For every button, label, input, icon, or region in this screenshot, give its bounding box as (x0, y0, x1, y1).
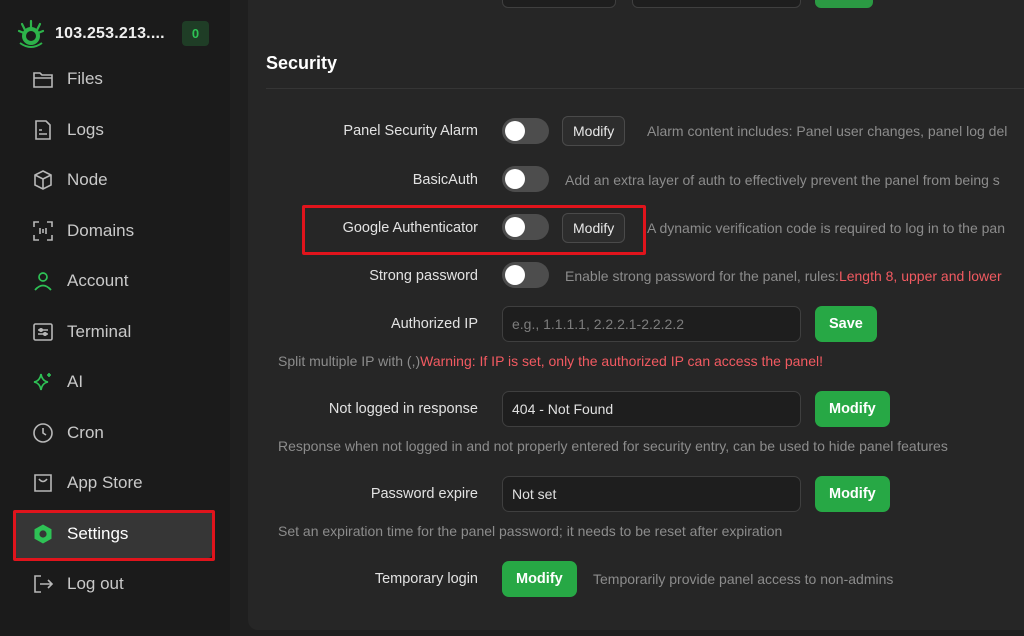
panel-security-alarm-label: Panel Security Alarm (343, 123, 478, 139)
panel-security-alarm-desc: Alarm content includes: Panel user chang… (647, 123, 1008, 139)
sidebar-item-label: Logs (67, 120, 104, 139)
previous-input-stub[interactable] (632, 0, 801, 8)
clock-icon (32, 422, 54, 444)
basic-auth-label: BasicAuth (412, 172, 478, 188)
google-authenticator-modify-button[interactable]: Modify (562, 213, 626, 243)
log-file-icon (32, 119, 54, 141)
sidebar-item-cron[interactable]: Cron (14, 409, 212, 457)
sidebar-item-label: Node (67, 170, 108, 189)
sidebar-item-account[interactable]: Account (14, 257, 212, 305)
strong-password-desc-text: Enable strong password for the panel, ru… (565, 268, 839, 284)
sidebar-item-app-store[interactable]: App Store (14, 459, 212, 507)
logout-icon (32, 573, 54, 595)
temporary-login-desc: Temporarily provide panel access to non-… (593, 571, 894, 587)
brand: 103.253.213.... 0 (16, 18, 209, 50)
section-divider (266, 88, 1024, 89)
sidebar: 103.253.213.... 0 Files Logs Node Domain… (0, 0, 230, 636)
panel-security-alarm-modify-button[interactable]: Modify (562, 116, 626, 146)
terminal-icon (32, 321, 54, 343)
sidebar-item-label: AI (67, 372, 84, 391)
sidebar-item-label: Settings (67, 524, 129, 543)
sidebar-item-label: Log out (67, 574, 124, 593)
sidebar-item-logout[interactable]: Log out (14, 560, 212, 608)
basic-auth-toggle[interactable] (502, 166, 549, 192)
temporary-login-label: Temporary login (374, 571, 478, 587)
sidebar-item-logs[interactable]: Logs (14, 106, 212, 154)
not-logged-in-response-modify-button[interactable]: Modify (815, 391, 890, 427)
strong-password-label: Strong password (369, 268, 478, 284)
password-expire-field[interactable] (502, 476, 801, 512)
settings-hex-icon (32, 523, 54, 545)
not-logged-in-response-field[interactable] (502, 391, 801, 427)
authorized-ip-input[interactable] (502, 306, 801, 342)
authorized-ip-hint-text: Split multiple IP with (,) (278, 353, 421, 369)
authorized-ip-warning: Warning: If IP is set, only the authoriz… (420, 353, 823, 369)
not-logged-in-response-label: Not logged in response (328, 401, 478, 417)
sidebar-item-label: Cron (67, 423, 104, 442)
password-expire-hint: Set an expiration time for the panel pas… (278, 523, 783, 539)
sidebar-item-domains[interactable]: Domains (14, 207, 212, 255)
sidebar-item-label: App Store (67, 473, 143, 492)
sidebar-item-label: Terminal (67, 322, 132, 341)
alert-count-badge[interactable]: 0 (182, 21, 209, 46)
previous-input-stub[interactable] (502, 0, 616, 8)
password-expire-label: Password expire (370, 486, 478, 502)
basic-auth-desc: Add an extra layer of auth to effectivel… (565, 172, 1000, 188)
user-icon (32, 270, 54, 292)
sidebar-item-ai[interactable]: AI (14, 358, 212, 406)
google-authenticator-label: Google Authenticator (342, 220, 478, 236)
server-logo-icon (17, 19, 45, 48)
sidebar-item-label: Files (67, 69, 103, 88)
authorized-ip-save-button[interactable]: Save (815, 306, 877, 342)
temporary-login-modify-button[interactable]: Modify (502, 561, 577, 597)
sidebar-item-settings[interactable]: Settings (14, 510, 212, 558)
folder-icon (32, 68, 54, 90)
sidebar-item-label: Domains (67, 221, 135, 240)
cube-icon (32, 169, 54, 191)
password-expire-modify-button[interactable]: Modify (815, 476, 890, 512)
strong-password-desc: Enable strong password for the panel, ru… (565, 268, 1002, 284)
sidebar-item-files[interactable]: Files (14, 55, 212, 103)
strong-password-rule-text: Length 8, upper and lower (838, 268, 1002, 284)
domain-icon (32, 220, 54, 242)
strong-password-toggle[interactable] (502, 262, 549, 288)
previous-button-stub[interactable] (815, 0, 873, 8)
not-logged-in-response-hint: Response when not logged in and not prop… (278, 438, 948, 454)
section-title-security: Security (266, 53, 338, 73)
authorized-ip-label: Authorized IP (390, 316, 478, 332)
sidebar-item-node[interactable]: Node (14, 156, 212, 204)
google-authenticator-toggle[interactable] (502, 214, 549, 240)
panel-security-alarm-toggle[interactable] (502, 118, 549, 144)
server-host: 103.253.213.... (55, 25, 165, 42)
google-authenticator-desc: A dynamic verification code is required … (647, 220, 1005, 236)
sidebar-item-terminal[interactable]: Terminal (14, 308, 212, 356)
authorized-ip-hint: Split multiple IP with (,)Warning: If IP… (278, 353, 823, 369)
sidebar-item-label: Account (67, 271, 129, 290)
sparkle-icon (32, 371, 54, 393)
store-icon (32, 472, 54, 494)
